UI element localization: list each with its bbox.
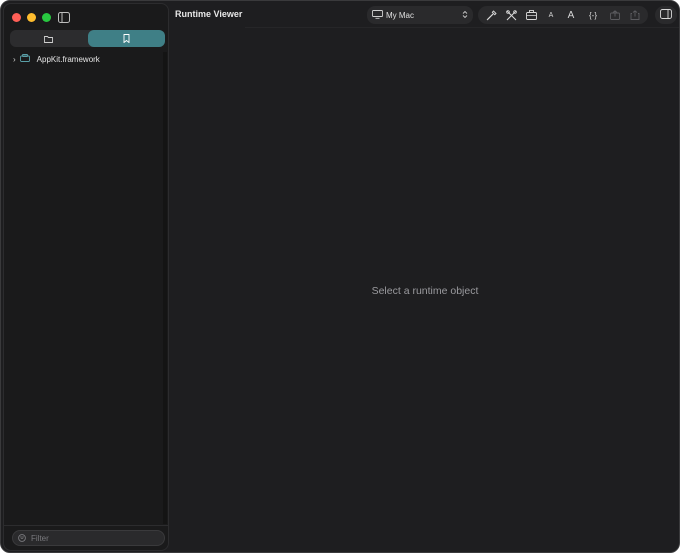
toolbar-divider xyxy=(245,27,679,28)
zoom-button[interactable] xyxy=(42,13,51,22)
text-smaller-icon[interactable]: A xyxy=(543,7,559,23)
export-icon[interactable] xyxy=(607,7,623,23)
empty-state-message: Select a runtime object xyxy=(371,285,479,297)
toolbar-group: A A {-} xyxy=(478,6,648,24)
text-larger-icon[interactable]: A xyxy=(563,7,579,23)
chevron-updown-icon xyxy=(462,10,468,21)
tab-bookmarks[interactable] xyxy=(87,30,165,48)
tab-files[interactable] xyxy=(10,30,88,47)
filter-field[interactable] xyxy=(12,530,165,546)
filter-input[interactable] xyxy=(31,533,151,543)
briefcase-icon[interactable] xyxy=(523,7,539,23)
framework-tree: › AppKit.framework xyxy=(4,52,166,524)
tree-item-appkit[interactable]: › AppKit.framework xyxy=(4,52,166,66)
folder-icon xyxy=(44,30,54,48)
braces-icon[interactable]: {-} xyxy=(583,7,603,23)
device-label: My Mac xyxy=(386,10,414,20)
framework-icon xyxy=(19,54,30,64)
toggle-inspector-button[interactable] xyxy=(655,6,677,24)
sidebar-tab-switcher xyxy=(10,30,165,47)
app-window: › AppKit.framework Filter Runtime Viewer… xyxy=(0,0,680,553)
bookmark-icon xyxy=(123,30,130,48)
chevron-right-icon[interactable]: › xyxy=(13,55,16,64)
close-button[interactable] xyxy=(12,13,21,22)
device-selector[interactable]: My Mac xyxy=(367,6,473,24)
tree-item-label: AppKit.framework xyxy=(36,54,100,64)
traffic-lights xyxy=(12,13,51,22)
sidebar-scrollbar[interactable] xyxy=(163,52,167,524)
window-title: Runtime Viewer xyxy=(175,9,243,19)
sidebar-left-icon[interactable] xyxy=(58,10,72,24)
divider xyxy=(4,525,168,526)
filter-icon xyxy=(18,529,26,547)
eyedropper-icon[interactable] xyxy=(483,7,499,23)
sidebar-right-icon xyxy=(660,6,672,24)
tools-icon[interactable] xyxy=(503,7,519,23)
display-icon xyxy=(372,9,383,21)
share-icon[interactable] xyxy=(627,7,643,23)
sidebar: › AppKit.framework xyxy=(3,3,169,551)
minimize-button[interactable] xyxy=(27,13,36,22)
